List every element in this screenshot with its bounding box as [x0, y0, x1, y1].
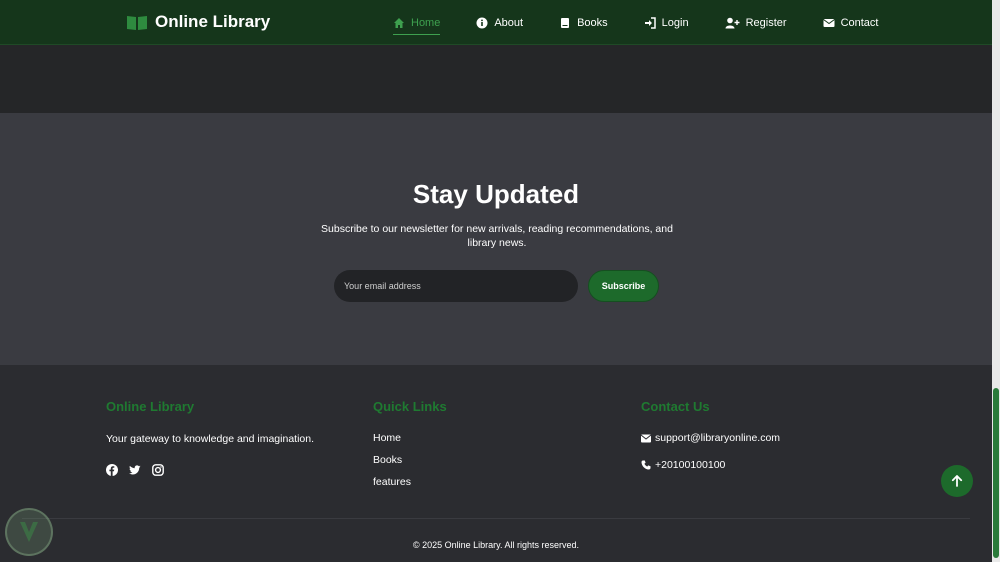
- brand-name: Online Library: [155, 12, 271, 31]
- page-scrollbar[interactable]: [992, 0, 1000, 562]
- nav-login-label: Login: [661, 17, 689, 29]
- footer-divider: [22, 518, 970, 519]
- contact-email-text: support@libraryonline.com: [655, 432, 781, 444]
- contact-phone[interactable]: +20100100100: [641, 459, 725, 471]
- scrollbar-thumb[interactable]: [993, 388, 999, 558]
- contact-phone-text: +20100100100: [655, 459, 726, 471]
- newsletter-section: Stay Updated Subscribe to our newsletter…: [0, 113, 992, 365]
- navbar: Online Library Home About Books Login Re…: [0, 0, 992, 45]
- nav-register-label: Register: [745, 17, 787, 29]
- facebook-icon[interactable]: [106, 464, 118, 476]
- footer-about-text: Your gateway to knowledge and imaginatio…: [106, 433, 315, 445]
- envelope-icon: [641, 434, 651, 443]
- nav-login[interactable]: Login: [644, 14, 689, 32]
- nav-about[interactable]: About: [476, 14, 523, 32]
- footer-contact-heading: Contact Us: [641, 399, 710, 414]
- email-input[interactable]: [334, 270, 578, 302]
- book-icon: [559, 17, 571, 29]
- nav-register[interactable]: Register: [725, 14, 787, 32]
- nav-about-label: About: [494, 17, 524, 29]
- copyright-text: © 2025 Online Library. All rights reserv…: [412, 540, 580, 550]
- contact-email[interactable]: support@libraryonline.com: [641, 432, 780, 444]
- nav-books[interactable]: Books: [559, 14, 608, 32]
- arrow-up-icon: [951, 475, 963, 487]
- nav-books-label: Books: [577, 17, 608, 29]
- nav-contact[interactable]: Contact: [822, 14, 879, 32]
- back-to-top-button[interactable]: [941, 465, 973, 497]
- login-icon: [644, 17, 656, 29]
- brand-link[interactable]: Online Library: [126, 12, 270, 32]
- instagram-icon[interactable]: [152, 464, 164, 476]
- social-links: [106, 464, 164, 476]
- quicklink-features[interactable]: features: [373, 476, 411, 488]
- nav-menu: Home About Books Login Register Contact: [393, 14, 879, 35]
- subscribe-button[interactable]: Subscribe: [588, 270, 659, 302]
- newsletter-subtitle: Subscribe to our newsletter for new arri…: [321, 223, 673, 249]
- footer-quicklinks-heading: Quick Links: [373, 399, 447, 414]
- user-plus-icon: [725, 17, 740, 29]
- quicklink-home[interactable]: Home: [373, 432, 401, 444]
- info-icon: [476, 17, 488, 29]
- phone-icon: [641, 460, 651, 470]
- nav-home-label: Home: [411, 17, 441, 29]
- footer: Online Library Your gateway to knowledge…: [0, 365, 992, 562]
- home-icon: [393, 17, 405, 29]
- envelope-icon: [822, 17, 835, 29]
- footer-about-heading: Online Library: [106, 399, 195, 414]
- nav-contact-label: Contact: [840, 17, 879, 29]
- watermark-logo: [5, 508, 53, 556]
- hero-section-bottom: [0, 45, 992, 113]
- quicklink-books[interactable]: Books: [373, 454, 402, 466]
- nav-home[interactable]: Home: [393, 14, 441, 35]
- open-book-icon: [126, 14, 148, 31]
- twitter-icon[interactable]: [129, 464, 141, 476]
- newsletter-title: Stay Updated: [412, 179, 580, 209]
